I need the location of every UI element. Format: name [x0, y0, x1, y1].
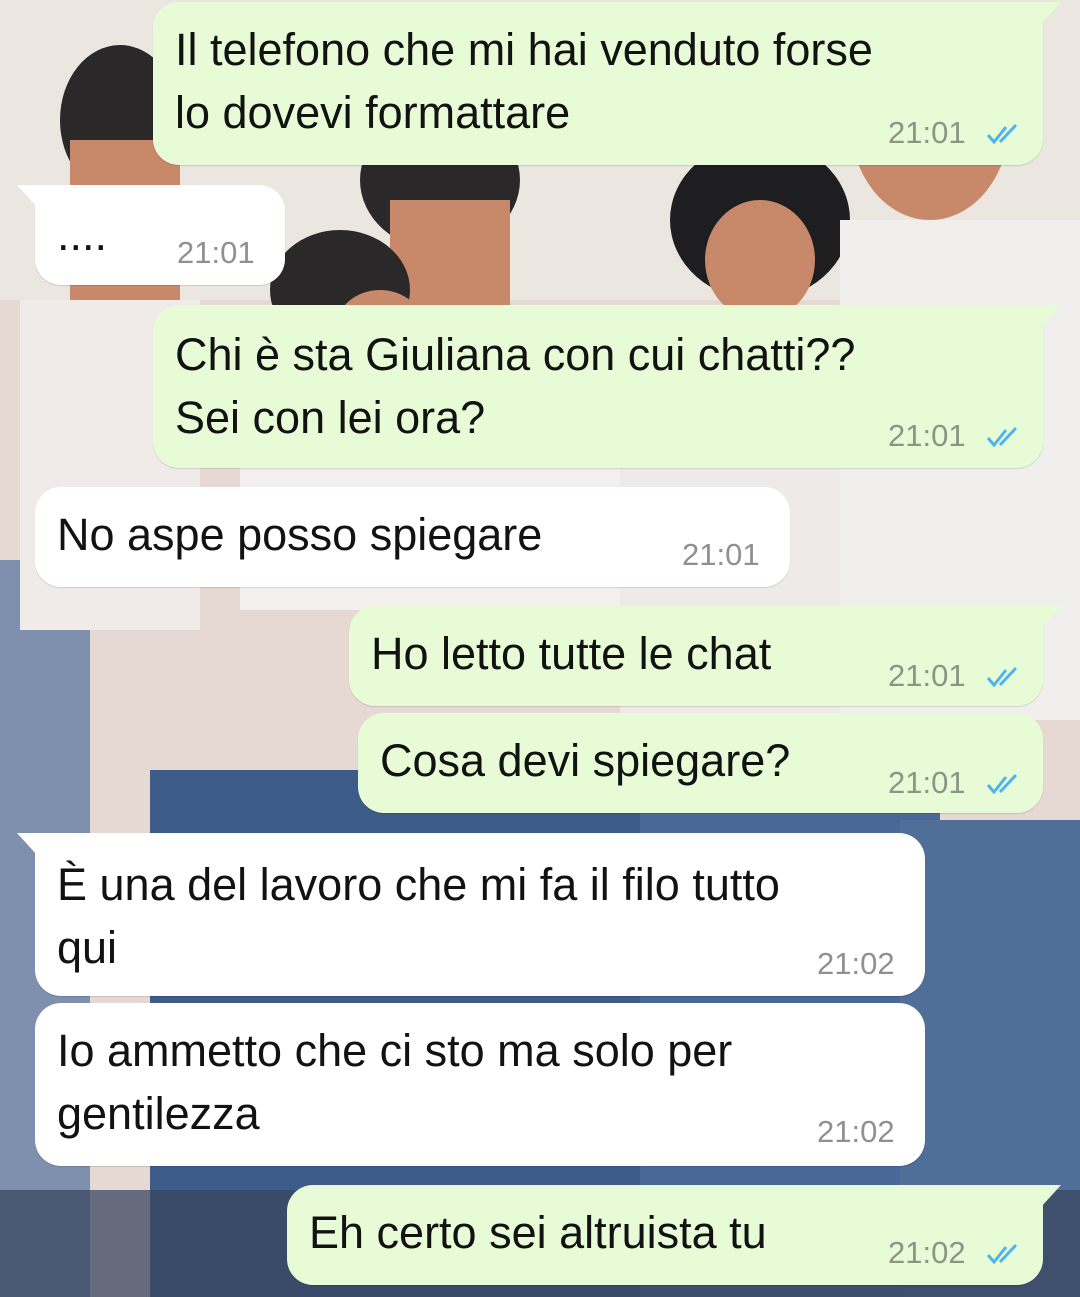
message-bubble-incoming[interactable]: .... 21:01 [17, 185, 285, 285]
message-timestamp: 21:01 [888, 765, 966, 800]
message-timestamp: 21:01 [888, 418, 966, 453]
message-bubble-outgoing[interactable]: Ho letto tutte le chat 21:01 [349, 606, 1061, 706]
double-check-read-icon [986, 123, 1018, 145]
message-timestamp: 21:02 [888, 1235, 966, 1270]
message-timestamp: 21:01 [888, 115, 966, 150]
message-text: qui [57, 922, 118, 973]
message-timestamp: 21:01 [682, 537, 760, 572]
double-check-read-icon [986, 773, 1018, 795]
message-text: Eh certo sei altruista tu [309, 1207, 767, 1258]
message-text: lo dovevi formattare [175, 87, 571, 138]
message-bubble-incoming[interactable]: No aspe posso spiegare 21:01 [35, 487, 790, 587]
message-text: Ho letto tutte le chat [371, 628, 772, 679]
message-bubble-outgoing[interactable]: Eh certo sei altruista tu 21:02 [287, 1185, 1061, 1285]
message-text: No aspe posso spiegare [57, 509, 543, 560]
message-bubble-outgoing[interactable]: Chi è sta Giuliana con cui chatti?? Sei … [153, 305, 1061, 468]
message-text: gentilezza [57, 1088, 260, 1139]
double-check-read-icon [986, 666, 1018, 688]
message-bubble-incoming[interactable]: Io ammetto che ci sto ma solo per gentil… [35, 1003, 925, 1166]
message-text: È una del lavoro che mi fa il filo tutto [57, 859, 780, 910]
message-text: Il telefono che mi hai venduto forse [175, 24, 873, 75]
message-timestamp: 21:02 [817, 946, 895, 981]
message-text: .... [57, 209, 108, 260]
message-timestamp: 21:01 [177, 235, 255, 270]
message-text: Io ammetto che ci sto ma solo per [57, 1025, 733, 1076]
message-timestamp: 21:02 [817, 1114, 895, 1149]
message-bubble-outgoing[interactable]: Il telefono che mi hai venduto forse lo … [153, 2, 1061, 165]
message-text: Chi è sta Giuliana con cui chatti?? [175, 329, 856, 380]
message-bubble-incoming[interactable]: È una del lavoro che mi fa il filo tutto… [17, 833, 925, 996]
message-bubble-outgoing[interactable]: Cosa devi spiegare? 21:01 [358, 713, 1043, 813]
message-timestamp: 21:01 [888, 658, 966, 693]
double-check-read-icon [986, 426, 1018, 448]
message-text: Sei con lei ora? [175, 392, 486, 443]
double-check-read-icon [986, 1243, 1018, 1265]
message-text: Cosa devi spiegare? [380, 735, 791, 786]
